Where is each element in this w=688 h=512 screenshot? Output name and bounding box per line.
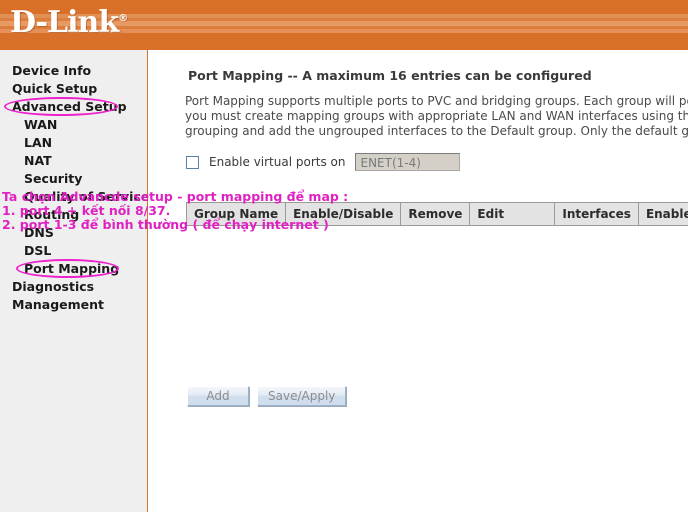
vietnamese-annotation: Ta chọn Advancde setup - port mapping để…	[2, 190, 348, 232]
action-buttons: Add Save/Apply	[187, 386, 347, 406]
enable-virtual-ports-checkbox[interactable]	[186, 155, 199, 169]
sidebar-item-label: Advanced Setup	[12, 99, 127, 114]
sidebar-item-label: Quick Setup	[12, 81, 98, 96]
table-header-edit: Edit	[469, 202, 556, 226]
table-header-remove: Remove	[400, 202, 471, 226]
sidebar-item-label: LAN	[24, 135, 53, 150]
enet-select[interactable]: ENET(1-4)	[355, 153, 461, 171]
annotation-line: 2. port 1-3 để bình thường ( để chạy int…	[2, 217, 329, 232]
main-content: Port Mapping -- A maximum 16 entries can…	[148, 50, 688, 512]
sidebar-item-nat[interactable]: NAT	[0, 152, 147, 170]
sidebar-menu: Device Info Quick Setup Advanced Setup WAN L…	[0, 62, 149, 314]
enable-virtual-ports-label: Enable virtual ports on	[209, 155, 346, 169]
sidebar-item-label: Port Mapping	[24, 261, 120, 276]
sidebar-item-label: Security	[24, 171, 83, 186]
add-button[interactable]: Add	[187, 386, 249, 406]
page-root: D-Link® Device Info Quick Setup Advanced S…	[0, 0, 688, 512]
sidebar-item-diagnostics[interactable]: Diagnostics	[0, 278, 147, 296]
sidebar-item-lan[interactable]: LAN	[0, 134, 147, 152]
logo-text: D-Link	[10, 5, 119, 40]
sidebar-item-device-info[interactable]: Device Info	[0, 62, 147, 80]
annotation-line: Ta chọn Advancde setup - port mapping để…	[2, 189, 349, 204]
page-header: D-Link®	[0, 0, 688, 50]
sidebar-item-label: Diagnostics	[12, 279, 95, 294]
dlink-logo: D-Link®	[10, 5, 128, 40]
page-title: Port Mapping -- A maximum 16 entries can…	[188, 68, 592, 83]
sidebar-item-advanced-setup[interactable]: Advanced Setup	[0, 97, 147, 116]
sidebar-item-label: Management	[12, 297, 105, 312]
save-apply-button[interactable]: Save/Apply	[257, 386, 347, 406]
registered-trademark-icon: ®	[118, 13, 128, 24]
sidebar-item-label: DSL	[24, 243, 52, 258]
page-description: Port Mapping supports multiple ports to …	[185, 94, 688, 138]
sidebar-item-label: Device Info	[12, 63, 92, 78]
sidebar-item-label: NAT	[24, 153, 52, 168]
table-header-interfaces: Interfaces	[554, 202, 639, 226]
sidebar: Device Info Quick Setup Advanced Setup WAN L…	[0, 50, 149, 512]
sidebar-item-security[interactable]: Security	[0, 170, 147, 188]
sidebar-item-management[interactable]: Management	[0, 296, 147, 314]
enable-virtual-ports-row: Enable virtual ports on ENET(1-4)	[186, 152, 461, 172]
table-header-enable-disable: Enable/Disable	[637, 202, 688, 226]
sidebar-item-label: WAN	[24, 117, 58, 132]
sidebar-item-quick-setup[interactable]: Quick Setup	[0, 80, 147, 98]
annotation-line: 1. port 4 + kết nối 8/37.	[2, 203, 171, 218]
sidebar-item-wan[interactable]: WAN	[0, 116, 147, 134]
sidebar-item-dsl[interactable]: DSL	[0, 242, 147, 260]
sidebar-item-port-mapping[interactable]: Port Mapping	[0, 259, 147, 278]
